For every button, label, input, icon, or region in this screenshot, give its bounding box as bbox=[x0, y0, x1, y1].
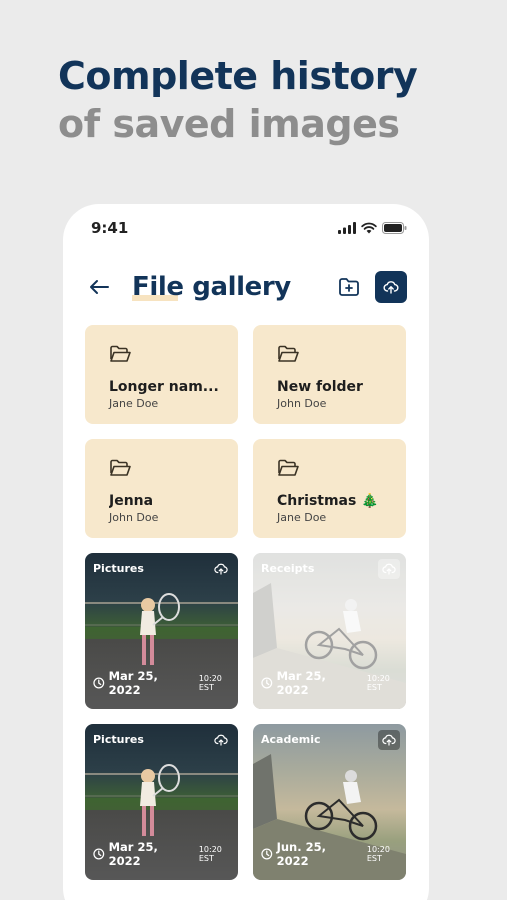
folder-open-icon bbox=[278, 459, 299, 476]
cloud-sync-button[interactable] bbox=[378, 730, 400, 750]
photo-date-text: Jun. 25, 2022 bbox=[276, 840, 326, 868]
folder-name: Jenna bbox=[109, 493, 154, 509]
app-bar: File gallery bbox=[87, 268, 407, 306]
clock-icon bbox=[261, 677, 273, 689]
folder-plus-icon bbox=[339, 278, 359, 296]
folder-open-icon bbox=[110, 459, 131, 476]
photo-time-text: 10:20 EST bbox=[366, 845, 390, 863]
photo-folder-tag: Receipts bbox=[261, 562, 315, 575]
folder-card[interactable]: Christmas 🎄 Jane Doe bbox=[253, 439, 406, 538]
photo-card[interactable]: Pictures Mar 25, 2022 10:20 EST bbox=[85, 724, 238, 880]
photo-card[interactable]: Pictures Mar 25, 2022 10:20 EST bbox=[85, 553, 238, 709]
cloud-sync-icon bbox=[382, 563, 396, 575]
folder-name: Christmas 🎄 bbox=[277, 493, 379, 509]
headline-primary: Complete history bbox=[58, 54, 418, 98]
cloud-sync-button[interactable] bbox=[210, 559, 232, 579]
folder-open-icon bbox=[278, 345, 299, 362]
folder-card[interactable]: Jenna John Doe bbox=[85, 439, 238, 538]
clock-icon bbox=[93, 848, 105, 860]
photo-time-text: 10:20 EST bbox=[366, 674, 390, 692]
clock-icon bbox=[93, 677, 105, 689]
folder-owner: Jane Doe bbox=[277, 511, 327, 524]
photo-date: Mar 25, 2022 10:20 EST bbox=[93, 840, 238, 868]
folder-owner: Jane Doe bbox=[109, 397, 159, 410]
folder-owner: John Doe bbox=[277, 397, 327, 410]
cloud-sync-button[interactable] bbox=[378, 559, 400, 579]
app-bar-actions bbox=[336, 271, 407, 303]
photo-date-text: Mar 25, 2022 bbox=[108, 840, 158, 868]
photo-card[interactable]: Academic Jun. 25, 2022 10:20 EST bbox=[253, 724, 406, 880]
photo-card[interactable]: Receipts Mar 25, 2022 10:20 EST bbox=[253, 553, 406, 709]
cloud-sync-button[interactable] bbox=[210, 730, 232, 750]
photo-date: Jun. 25, 2022 10:20 EST bbox=[261, 840, 406, 868]
system-icons bbox=[338, 222, 407, 234]
phone-screen: 9:41 File gallery Longer nam... Jane Doe… bbox=[63, 204, 429, 900]
upload-button[interactable] bbox=[375, 271, 407, 303]
signal-icon bbox=[338, 222, 356, 234]
cloud-sync-icon bbox=[214, 734, 228, 746]
photo-folder-tag: Academic bbox=[261, 733, 321, 746]
photo-date: Mar 25, 2022 10:20 EST bbox=[261, 669, 406, 697]
headline-secondary: of saved images bbox=[58, 102, 400, 146]
photo-date: Mar 25, 2022 10:20 EST bbox=[93, 669, 238, 697]
headline: Complete history of saved images bbox=[58, 52, 418, 148]
cloud-sync-icon bbox=[214, 563, 228, 575]
photo-date-text: Mar 25, 2022 bbox=[108, 669, 158, 697]
folder-card[interactable]: New folder John Doe bbox=[253, 325, 406, 424]
page-title-text: File gallery bbox=[132, 272, 291, 302]
cloud-upload-icon bbox=[383, 281, 399, 294]
status-time: 9:41 bbox=[91, 219, 129, 237]
status-bar: 9:41 bbox=[91, 218, 407, 238]
folder-owner: John Doe bbox=[109, 511, 159, 524]
folder-card[interactable]: Longer nam... Jane Doe bbox=[85, 325, 238, 424]
folder-name: New folder bbox=[277, 379, 363, 395]
folder-open-icon bbox=[110, 345, 131, 362]
folder-name: Longer nam... bbox=[109, 379, 219, 395]
cloud-sync-icon bbox=[382, 734, 396, 746]
page-title: File gallery bbox=[132, 272, 291, 302]
new-folder-button[interactable] bbox=[336, 274, 362, 300]
clock-icon bbox=[261, 848, 273, 860]
back-button[interactable] bbox=[87, 275, 111, 299]
arrow-left-icon bbox=[90, 280, 109, 294]
wifi-icon bbox=[361, 222, 377, 234]
gallery-grid: Longer nam... Jane Doe New folder John D… bbox=[85, 325, 406, 880]
photo-time-text: 10:20 EST bbox=[198, 845, 222, 863]
photo-time-text: 10:20 EST bbox=[198, 674, 222, 692]
photo-date-text: Mar 25, 2022 bbox=[276, 669, 326, 697]
battery-icon bbox=[382, 222, 407, 234]
photo-folder-tag: Pictures bbox=[93, 562, 144, 575]
photo-folder-tag: Pictures bbox=[93, 733, 144, 746]
